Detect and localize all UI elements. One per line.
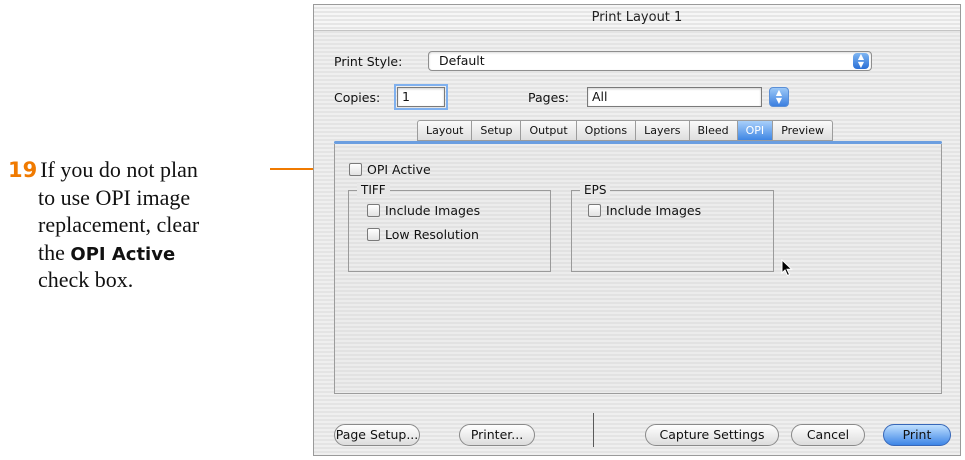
- tiff-group-title: TIFF: [357, 183, 390, 197]
- print-style-popup[interactable]: Default ▲ ▼: [428, 51, 872, 71]
- eps-group: EPS Include Images: [571, 183, 774, 272]
- tiff-low-resolution-checkbox[interactable]: Low Resolution: [367, 227, 479, 242]
- opi-active-checkbox[interactable]: OPI Active: [349, 162, 431, 177]
- tab-layers[interactable]: Layers: [636, 120, 690, 141]
- callout-line-3: replacement, clear: [38, 212, 200, 237]
- copies-label: Copies:: [334, 90, 381, 105]
- tab-output[interactable]: Output: [521, 120, 577, 141]
- tab-layout[interactable]: Layout: [417, 120, 473, 141]
- eps-group-title: EPS: [580, 183, 611, 197]
- callout-line-4: the OPI Active: [8, 239, 270, 267]
- callout-text-1: If you do not plan: [40, 157, 198, 182]
- tiff-include-images-box[interactable]: [367, 204, 380, 217]
- callout-text-4-prefix: the: [38, 239, 71, 265]
- step-number: 19: [8, 158, 38, 182]
- print-style-label: Print Style:: [334, 54, 403, 69]
- tab-opi[interactable]: OPI: [737, 120, 774, 141]
- pages-label: Pages:: [528, 90, 569, 105]
- button-divider: [593, 413, 594, 447]
- tab-preview[interactable]: Preview: [773, 120, 834, 141]
- page-setup-button[interactable]: Page Setup...: [334, 424, 420, 446]
- opi-active-checkbox-box[interactable]: [349, 163, 362, 176]
- print-dialog: Print Layout 1 Print Style: Default ▲ ▼ C…: [313, 4, 961, 456]
- tab-options[interactable]: Options: [576, 120, 637, 141]
- callout-line-1: 19 If you do not plan: [8, 156, 270, 184]
- tiff-include-images-checkbox[interactable]: Include Images: [367, 203, 480, 218]
- copies-field[interactable]: 1: [394, 84, 448, 110]
- opi-active-label: OPI Active: [367, 162, 431, 177]
- capture-settings-button[interactable]: Capture Settings: [645, 424, 779, 446]
- cancel-button[interactable]: Cancel: [791, 424, 865, 446]
- dialog-title: Print Layout 1: [314, 5, 960, 31]
- opi-tab-panel: OPI Active TIFF Include Images Low Resol…: [334, 144, 942, 394]
- print-button[interactable]: Print: [883, 424, 951, 446]
- printer-button[interactable]: Printer...: [459, 424, 535, 446]
- tab-bar: Layout Setup Output Options Layers Bleed…: [417, 120, 834, 141]
- tab-bleed[interactable]: Bleed: [689, 120, 738, 141]
- tiff-low-resolution-box[interactable]: [367, 228, 380, 241]
- pages-field[interactable]: All: [587, 87, 762, 107]
- pages-popup-arrows-icon[interactable]: ▲ ▼: [769, 87, 789, 107]
- eps-include-images-checkbox[interactable]: Include Images: [588, 203, 701, 218]
- eps-include-images-box[interactable]: [588, 204, 601, 217]
- tab-setup[interactable]: Setup: [472, 120, 522, 141]
- tiff-group: TIFF Include Images Low Resolution: [348, 183, 551, 272]
- tiff-low-resolution-label: Low Resolution: [385, 227, 479, 242]
- callout-bold-term: OPI Active: [70, 243, 176, 265]
- print-style-value: Default: [439, 53, 485, 68]
- instruction-callout: 19 If you do not plan to use OPI image re…: [8, 156, 270, 294]
- popup-arrows-icon: ▲ ▼: [853, 53, 869, 69]
- eps-include-images-label: Include Images: [606, 203, 702, 218]
- callout-line-2: to use OPI image: [38, 184, 191, 210]
- mouse-pointer-icon: [781, 259, 793, 277]
- tiff-include-images-label: Include Images: [385, 203, 481, 218]
- callout-line-5: check box.: [38, 267, 134, 292]
